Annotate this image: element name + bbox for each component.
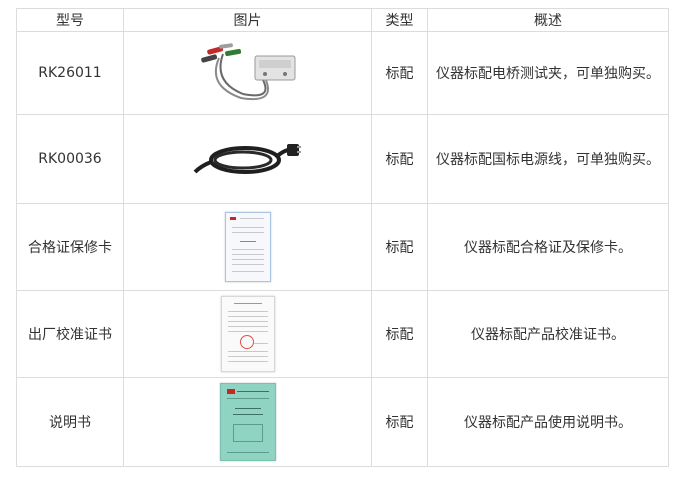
cell-type: 标配 (371, 203, 428, 291)
cell-description: 仪器标配合格证及保修卡。 (427, 203, 669, 291)
cell-type: 标配 (371, 290, 428, 378)
cell-model: 出厂校准证书 (16, 290, 124, 378)
header-model: 型号 (16, 8, 124, 32)
power-cord-icon (193, 144, 301, 174)
cell-image (123, 290, 372, 378)
cell-image (123, 203, 372, 291)
cell-type: 标配 (371, 114, 428, 204)
clip-test-lead-icon (200, 43, 295, 100)
cell-type: 标配 (371, 31, 428, 115)
table-row: RK00036 标配 仪器标配国标电源线，可单独购买。 (16, 114, 669, 204)
cell-model: 说明书 (16, 377, 124, 467)
header-image: 图片 (123, 8, 372, 32)
cell-image (123, 377, 372, 467)
cell-description: 仪器标配电桥测试夹，可单独购买。 (427, 31, 669, 115)
cell-image (123, 114, 372, 204)
cell-model: RK26011 (16, 31, 124, 115)
cell-image (123, 31, 372, 115)
table-row: RK26011 标配 仪器标配电桥测试夹，可单独购买。 (16, 31, 669, 115)
table-header-row: 型号 图片 类型 概述 (16, 8, 669, 32)
table-row: 合格证保修卡 标配 仪器标配合格证及保修卡。 (16, 203, 669, 291)
accessory-table: 型号 图片 类型 概述 RK26011 标配 仪器标配电桥测试夹，可单独购买。 … (16, 8, 669, 467)
cell-model: RK00036 (16, 114, 124, 204)
cell-model: 合格证保修卡 (16, 203, 124, 291)
table-row: 出厂校准证书 标配 仪器标配产品校准证书。 (16, 290, 669, 378)
cell-description: 仪器标配国标电源线，可单独购买。 (427, 114, 669, 204)
warranty-card-icon (224, 212, 271, 282)
table-row: 说明书 标配 仪器标配产品使用说明书。 (16, 377, 669, 467)
cell-description: 仪器标配产品校准证书。 (427, 290, 669, 378)
cell-description: 仪器标配产品使用说明书。 (427, 377, 669, 467)
header-type: 类型 (371, 8, 428, 32)
cell-type: 标配 (371, 377, 428, 467)
header-description: 概述 (427, 8, 669, 32)
manual-booklet-icon (219, 383, 276, 461)
calibration-certificate-icon (220, 296, 275, 372)
